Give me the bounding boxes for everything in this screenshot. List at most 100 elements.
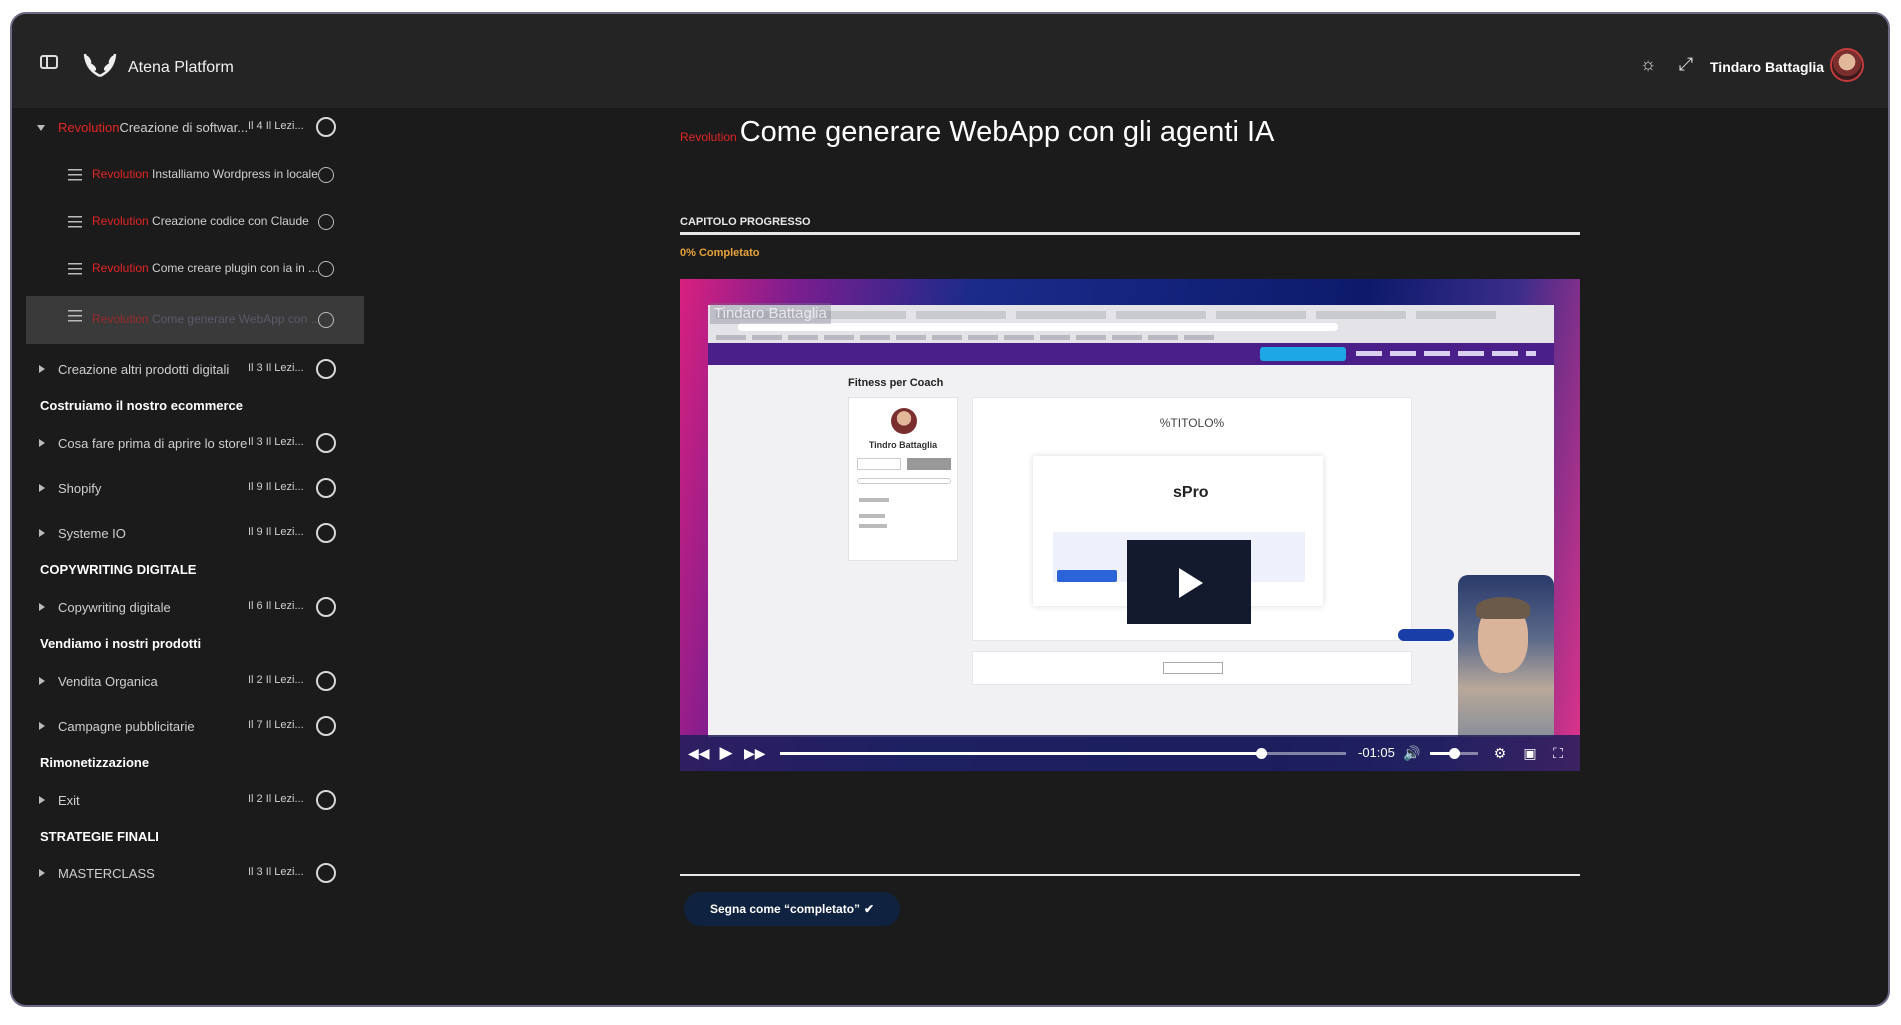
lesson-title: Revolution Come generare WebApp con gli a… [680,116,1274,149]
video-frame-screen: Fitness per Coach Tindro Battaglia %TITO… [708,305,1554,737]
section-heading: COPYWRITING DIGITALE [40,562,197,577]
list-icon [68,263,82,275]
fullscreen-icon[interactable]: ⛶ [1548,743,1568,763]
video-browser-chrome [708,305,1554,343]
module-row[interactable]: Systeme IO Il 9 Il Lezi... [26,514,364,554]
completion-circle-icon[interactable] [316,478,336,498]
top-bar: Atena Platform ☼ ⤢ Tindaro Battaglia [12,14,1888,108]
tag-label: Revolution [92,214,149,228]
tag-label: Revolution [680,130,737,144]
volume-handle[interactable] [1449,748,1460,759]
module-row[interactable]: RevolutionCreazione di softwar... Il 4 I… [26,108,364,148]
user-name[interactable]: Tindaro Battaglia [1710,59,1824,75]
chevron-right-icon[interactable] [39,869,45,877]
module-row[interactable]: Campagne pubblicitarie Il 7 Il Lezi... [26,707,364,747]
completion-circle-icon[interactable] [318,312,334,328]
brand-name: Atena Platform [128,59,234,76]
module-row[interactable]: Copywriting digitale Il 6 Il Lezi... [26,588,364,628]
completion-circle-icon[interactable] [318,167,334,183]
sun-icon[interactable]: ☼ [1638,54,1658,74]
chevron-right-icon[interactable] [39,365,45,373]
completion-circle-icon[interactable] [316,790,336,810]
chevron-right-icon[interactable] [39,484,45,492]
lesson-title: Come generare WebApp con ... [152,312,321,326]
module-title: Vendita Organica [58,674,158,689]
volume-slider[interactable] [1430,748,1478,759]
chevron-right-icon[interactable] [39,796,45,804]
lesson-count: Il 2 Il Lezi... [248,674,304,686]
completion-circle-icon[interactable] [316,597,336,617]
rewind-icon[interactable]: ◀◀ [688,743,710,763]
video-player[interactable]: Fitness per Coach Tindro Battaglia %TITO… [680,279,1580,771]
lesson-count: Il 6 Il Lezi... [248,600,304,612]
section-heading: STRATEGIE FINALI [40,829,159,844]
lesson-row[interactable]: Revolution Creazione codice con Claude [26,202,364,242]
chevron-right-icon[interactable] [39,677,45,685]
lesson-count: Il 3 Il Lezi... [248,362,304,374]
time-remaining: -01:05 [1358,745,1395,760]
tag-label: Revolution [92,167,149,181]
tag-label: Revolution [58,120,120,135]
completion-circle-icon[interactable] [318,261,334,277]
video-app-nav [708,343,1554,365]
volume-icon[interactable]: 🔊 [1402,743,1422,763]
video-controls: ◀◀ ▶ ▶▶ -01:05 🔊 ⚙ ▣ ⛶ [680,735,1580,771]
seek-handle[interactable] [1256,748,1268,759]
video-profile-card: Tindro Battaglia [848,397,958,561]
gear-icon[interactable]: ⚙ [1490,743,1510,763]
module-title: Campagne pubblicitarie [58,719,195,734]
video-content-card: %TITOLO% sPro [972,397,1412,641]
completion-circle-icon[interactable] [316,716,336,736]
completion-circle-icon[interactable] [316,359,336,379]
tag-label: Revolution [92,312,149,326]
video-watermark: Tindaro Battaglia [710,303,831,324]
module-row[interactable]: Cosa fare prima di aprire lo store Il 3 … [26,424,364,464]
lesson-row-active[interactable]: Revolution Come generare WebApp con ... [26,296,364,344]
check-icon: ✔ [864,902,875,916]
lesson-title: Creazione codice con Claude [152,214,309,228]
module-row[interactable]: Creazione altri prodotti digitali Il 3 I… [26,350,364,390]
expand-icon[interactable]: ⤢ [1676,54,1696,74]
chevron-right-icon[interactable] [39,439,45,447]
app-window: Atena Platform ☼ ⤢ Tindaro Battaglia Rev… [10,12,1890,1007]
module-row[interactable]: MASTERCLASS Il 3 Il Lezi... [26,854,364,894]
completion-circle-icon[interactable] [316,433,336,453]
chevron-right-icon[interactable] [39,722,45,730]
divider [680,874,1580,876]
mark-complete-label: Segna come “completato” [710,902,861,916]
module-title: MASTERCLASS [58,866,155,881]
seek-bar[interactable] [780,748,1346,759]
picture-in-picture-icon[interactable]: ▣ [1520,743,1540,763]
course-sidebar: RevolutionCreazione di softwar... Il 4 I… [26,108,364,1005]
chevron-down-icon[interactable] [37,125,45,131]
webcam-overlay [1458,575,1554,737]
play-icon[interactable]: ▶ [716,743,736,763]
chevron-right-icon[interactable] [39,603,45,611]
lesson-count: Il 2 Il Lezi... [248,793,304,805]
list-icon [68,310,82,322]
sidebar-toggle-icon[interactable] [40,55,58,69]
lesson-row[interactable]: Revolution Installiamo Wordpress in loca… [26,155,364,195]
completion-circle-icon[interactable] [316,523,336,543]
module-row[interactable]: Vendita Organica Il 2 Il Lezi... [26,662,364,702]
lesson-row[interactable]: Revolution Come creare plugin con ia in … [26,249,364,289]
lesson-title: Come creare plugin con ia in ... [152,261,319,275]
module-row[interactable]: Shopify Il 9 Il Lezi... [26,469,364,509]
completion-circle-icon[interactable] [316,117,336,137]
module-title: Copywriting digitale [58,600,171,615]
module-row[interactable]: Exit Il 2 Il Lezi... [26,781,364,821]
fast-forward-icon[interactable]: ▶▶ [744,743,766,763]
module-title: Systeme IO [58,526,126,541]
completion-circle-icon[interactable] [316,671,336,691]
avatar[interactable] [1830,48,1864,82]
section-heading: Costruiamo il nostro ecommerce [40,398,243,413]
progress-bar [680,232,1580,235]
chevron-right-icon[interactable] [39,529,45,537]
mark-complete-button[interactable]: Segna come “completato” ✔ [684,892,901,926]
list-icon [68,169,82,181]
section-heading: Rimonetizzazione [40,755,150,770]
completion-circle-icon[interactable] [318,214,334,230]
video-inner-heading: Fitness per Coach [848,377,944,389]
module-title: Shopify [58,481,102,496]
completion-circle-icon[interactable] [316,863,336,883]
